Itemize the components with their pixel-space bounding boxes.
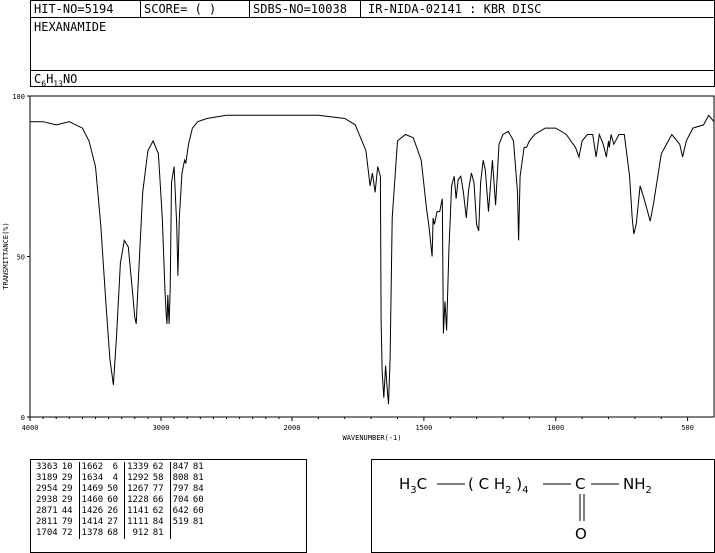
peak-table-row: 3363 10 1662 6 1339 62 847 81: [34, 462, 206, 473]
peak-transmittance: 84: [150, 517, 171, 528]
peak-transmittance: 4: [105, 473, 126, 484]
peak-wavenumber: 2938: [36, 495, 58, 505]
y-tick-label: 0: [21, 414, 25, 422]
peak-transmittance: 62: [150, 462, 171, 473]
peak-transmittance: 29: [59, 473, 80, 484]
peak-wavenumber: 704: [172, 495, 189, 505]
peak-transmittance: 60: [192, 495, 204, 505]
peak-transmittance: 60: [105, 495, 126, 506]
peak-transmittance: 81: [192, 517, 204, 527]
peak-wavenumber: 1339: [127, 462, 149, 472]
y-axis-label: TRANSMITTANCE(%): [2, 222, 10, 289]
spectrum-line: [30, 114, 715, 405]
peak-wavenumber: 1141: [127, 506, 149, 516]
peak-wavenumber: 1414: [81, 517, 104, 527]
peak-transmittance: 72: [59, 528, 80, 539]
peak-table-row: 2811 79 1414 27 1111 84 519 81: [34, 517, 206, 528]
peak-wavenumber: 2871: [36, 506, 58, 516]
ir-spectrum-chart: 4000 3000 2000 1500 1000 500 0 50 100 WAVENUMBE…: [2, 93, 715, 442]
peak-transmittance: 66: [150, 495, 171, 506]
peak-transmittance: 81: [150, 528, 171, 539]
structure-oxygen: O: [575, 525, 587, 543]
x-tick-label: 1500: [415, 424, 432, 432]
peak-transmittance: 27: [105, 517, 126, 528]
x-tick-label: 3000: [153, 424, 170, 432]
peak-transmittance: 44: [59, 506, 80, 517]
peak-transmittance: [191, 528, 206, 539]
y-tick-label: 100: [12, 93, 25, 101]
x-tick-label: 1000: [547, 424, 564, 432]
peak-table-row: 2954 29 1469 50 1267 77 797 84: [34, 484, 206, 495]
peak-wavenumber: 1426: [81, 506, 104, 516]
peak-wavenumber: 1469: [81, 484, 104, 494]
peak-table: 3363 10 1662 6 1339 62 847 81 3189 29 1634 4 1292 58 8…: [34, 462, 206, 539]
peak-transmittance: 10: [59, 462, 80, 473]
peak-wavenumber: 2954: [36, 484, 58, 494]
peak-transmittance: 29: [59, 495, 80, 506]
peak-wavenumber: 1378: [81, 528, 104, 538]
x-axis-ticks: 4000 3000 2000 1500 1000 500: [22, 417, 694, 432]
peak-wavenumber: 912: [132, 528, 149, 538]
peak-transmittance: 6: [105, 462, 126, 473]
peak-transmittance: 60: [192, 506, 204, 516]
structure-nh2: NH2: [623, 475, 652, 496]
peak-table-wrap: 3363 10 1662 6 1339 62 847 81 3189 29 1634 4 1292 58 8…: [34, 462, 206, 539]
peak-transmittance: 79: [59, 517, 80, 528]
structure-h3c: H3C: [399, 475, 427, 496]
x-tick-label: 2000: [284, 424, 301, 432]
peak-wavenumber: 1634: [81, 473, 104, 483]
plot-frame: [29, 95, 715, 418]
peak-wavenumber: 808: [172, 473, 189, 483]
peak-transmittance: 81: [192, 462, 204, 472]
peak-transmittance: 29: [59, 484, 80, 495]
peak-table-row: 3189 29 1634 4 1292 58 808 81: [34, 473, 206, 484]
peak-wavenumber: 847: [172, 462, 189, 472]
structure-chain: ( C H2 )4: [468, 475, 529, 496]
y-tick-label: 50: [17, 254, 25, 262]
peak-wavenumber: 3363: [36, 462, 58, 472]
peak-transmittance: 81: [192, 473, 204, 483]
peak-wavenumber: 1228: [127, 495, 149, 505]
x-axis-label: WAVENUMBER(-1): [342, 434, 401, 442]
peak-wavenumber: 1460: [81, 495, 104, 505]
peak-transmittance: 77: [150, 484, 171, 495]
structure-carbon: C: [575, 475, 585, 493]
peak-table-row: 1704 72 1378 68 912 81: [34, 528, 206, 539]
peak-transmittance: 68: [105, 528, 126, 539]
structure-diagram: H3C ( C H2 )4 C NH2 O: [399, 475, 652, 543]
peak-wavenumber: 1111: [127, 517, 149, 527]
x-tick-label: 500: [681, 424, 694, 432]
peak-transmittance: 58: [150, 473, 171, 484]
peak-wavenumber: 519: [172, 517, 189, 527]
x-tick-label: 4000: [22, 424, 39, 432]
peak-table-row: 2871 44 1426 26 1141 62 642 60: [34, 506, 206, 517]
peak-wavenumber: 1662: [81, 462, 104, 472]
peak-wavenumber: 3189: [36, 473, 58, 483]
peak-transmittance: 50: [105, 484, 126, 495]
peak-transmittance: 62: [150, 506, 171, 517]
peak-wavenumber: 2811: [36, 517, 58, 527]
peak-wavenumber: [170, 528, 191, 539]
peak-wavenumber: 1704: [36, 528, 58, 538]
peak-wavenumber: 797: [172, 484, 189, 494]
peak-transmittance: 26: [105, 506, 126, 517]
peak-wavenumber: 1267: [127, 484, 149, 494]
peak-wavenumber: 642: [172, 506, 189, 516]
peak-transmittance: 84: [192, 484, 204, 494]
peak-table-row: 2938 29 1460 60 1228 66 704 60: [34, 495, 206, 506]
peak-wavenumber: 1292: [127, 473, 149, 483]
y-axis-ticks: 0 50 100: [12, 93, 30, 422]
